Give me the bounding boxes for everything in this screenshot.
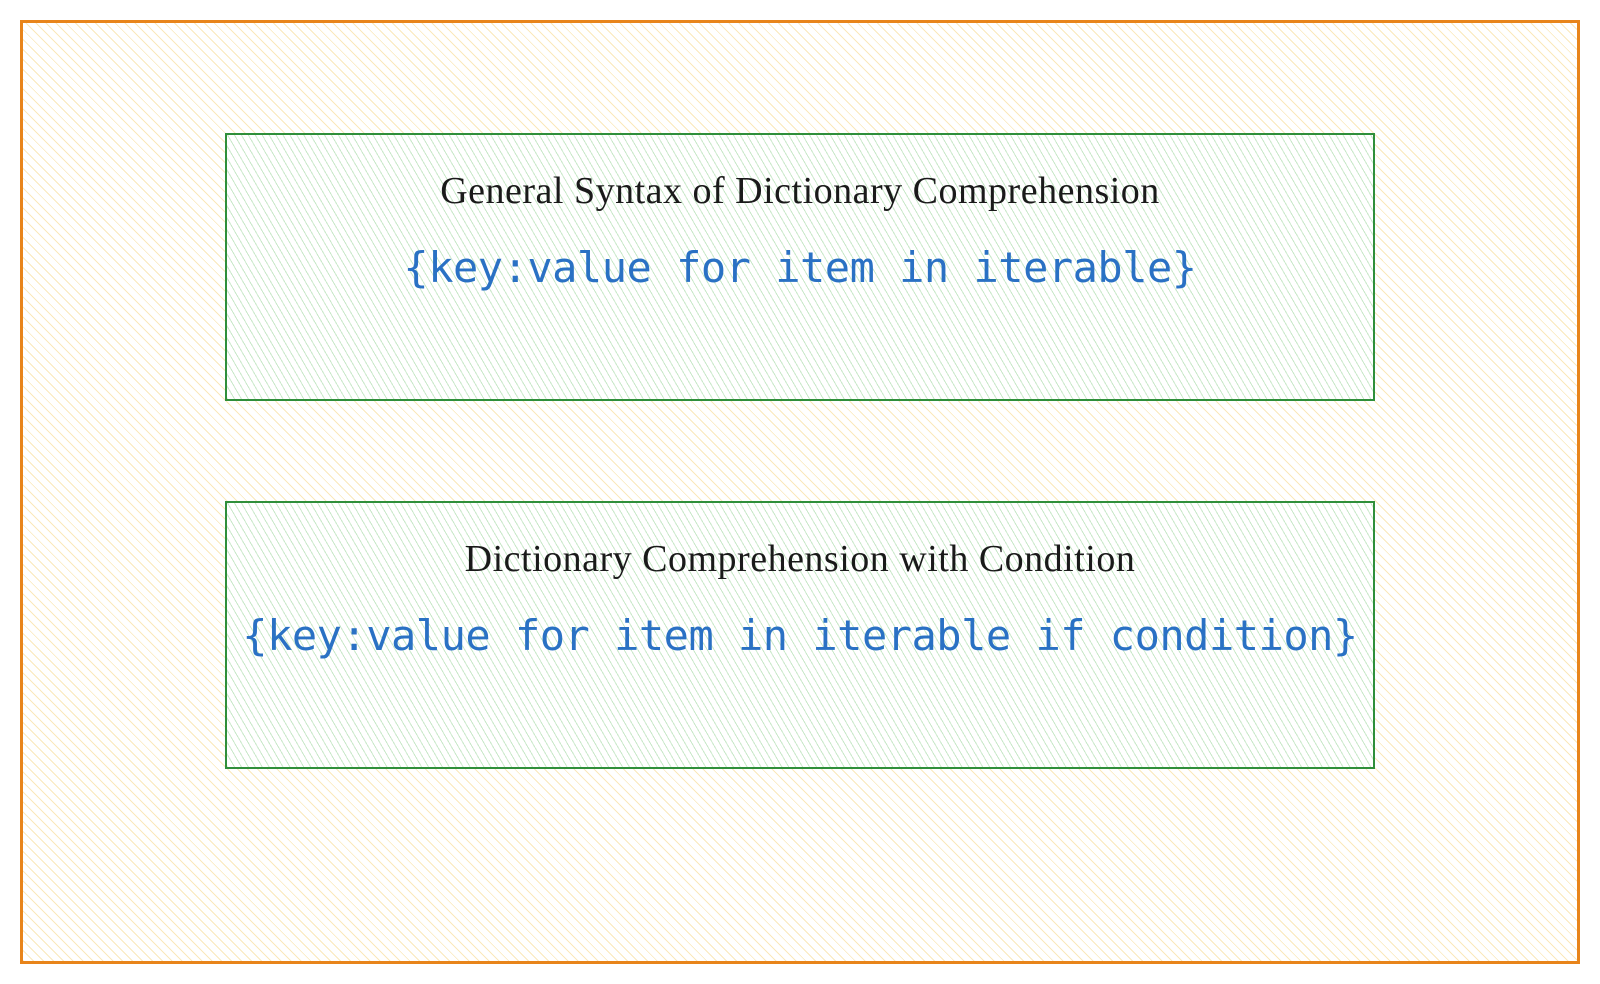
box-title: General Syntax of Dictionary Comprehensi… [440, 169, 1160, 213]
box-code: {key:value for item in iterable if condi… [242, 611, 1357, 660]
box-title: Dictionary Comprehension with Condition [465, 537, 1136, 581]
syntax-box-condition: Dictionary Comprehension with Condition … [225, 501, 1375, 769]
box-code: {key:value for item in iterable} [403, 243, 1196, 292]
syntax-box-general: General Syntax of Dictionary Comprehensi… [225, 133, 1375, 401]
diagram-container: General Syntax of Dictionary Comprehensi… [20, 20, 1580, 964]
